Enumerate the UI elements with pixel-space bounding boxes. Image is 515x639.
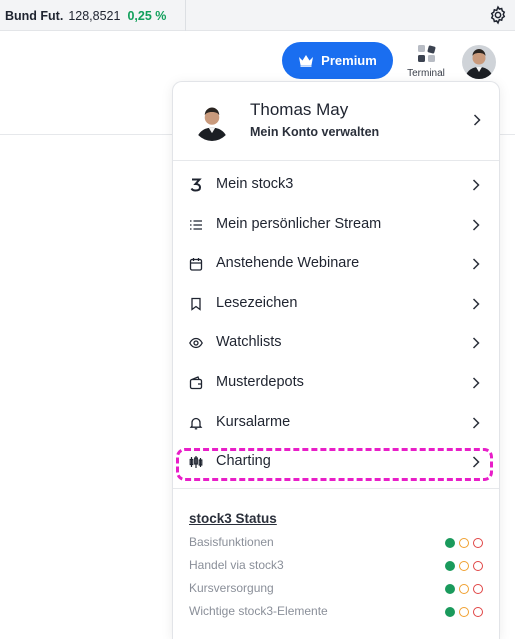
status-warn-dot [459, 584, 469, 594]
avatar [193, 103, 231, 141]
status-label: Handel via stock3 [189, 558, 284, 572]
status-label: Kursversorgung [189, 581, 274, 595]
status-error-dot [473, 538, 483, 548]
status-indicator [445, 607, 483, 617]
premium-label: Premium [321, 53, 377, 68]
ticker-bar: Bund Fut. 128,8521 0,25 % [0, 0, 515, 31]
status-row: Kursversorgung [189, 581, 489, 599]
status-error-dot [473, 607, 483, 617]
status-warn-dot [459, 561, 469, 571]
wallet-icon [189, 376, 203, 390]
menu-item-mein-stock3[interactable]: Mein stock3 [173, 167, 499, 203]
menu-item-label: Lesezeichen [216, 295, 298, 311]
gear-icon[interactable] [488, 5, 508, 25]
user-photo [193, 103, 231, 141]
account-menu: Thomas May Mein Konto verwalten Mein sto… [172, 81, 500, 639]
terminal-icon [418, 45, 436, 62]
menu-item-label: Kursalarme [216, 414, 291, 430]
status-indicator [445, 538, 483, 548]
menu-item-stream[interactable]: Mein persönlicher Stream [173, 207, 499, 243]
status-ok-dot [445, 584, 455, 594]
chevron-right-icon [472, 417, 480, 429]
menu-item-musterdepots[interactable]: Musterdepots [173, 365, 499, 401]
ticker-change: 0,25 % [127, 8, 167, 23]
chevron-right-icon [473, 114, 481, 126]
profile-subtitle: Mein Konto verwalten [250, 125, 380, 139]
profile-card[interactable]: Thomas May Mein Konto verwalten [173, 82, 499, 161]
list-icon [190, 220, 202, 230]
ticker-item[interactable]: Bund Fut. 128,8521 0,25 % [0, 0, 186, 31]
menu-item-label: Charting [216, 453, 271, 469]
menu-item-label: Watchlists [216, 334, 282, 350]
bookmark-icon [191, 297, 201, 311]
chevron-right-icon [472, 219, 480, 231]
status-indicator [445, 584, 483, 594]
status-row: Basisfunktionen [189, 535, 489, 553]
menu-item-lesezeichen[interactable]: Lesezeichen [173, 286, 499, 322]
status-title[interactable]: stock3 Status [189, 511, 277, 526]
avatar[interactable] [462, 45, 496, 79]
menu-item-label: Musterdepots [216, 374, 304, 390]
menu-item-charting[interactable]: Charting [173, 444, 499, 480]
chevron-right-icon [472, 298, 480, 310]
terminal-button[interactable]: Terminal [404, 43, 448, 81]
status-ok-dot [445, 561, 455, 571]
menu-item-label: Anstehende Webinare [216, 255, 360, 271]
status-label: Wichtige stock3-Elemente [189, 604, 328, 618]
eye-icon [189, 337, 203, 349]
status-ok-dot [445, 607, 455, 617]
status-row: Handel via stock3 [189, 558, 489, 576]
status-warn-dot [459, 607, 469, 617]
status-indicator [445, 561, 483, 571]
menu-item-label: Mein stock3 [216, 176, 294, 192]
candlestick-icon [189, 456, 203, 468]
status-error-dot [473, 584, 483, 594]
user-photo [462, 45, 496, 79]
stock3-logo-icon [190, 178, 202, 192]
status-label: Basisfunktionen [189, 535, 274, 549]
profile-name: Thomas May [250, 100, 349, 119]
chevron-right-icon [472, 337, 480, 349]
ticker-value: 128,8521 [68, 8, 121, 23]
bell-icon [189, 417, 203, 430]
premium-button[interactable]: Premium [282, 42, 393, 79]
menu-item-label: Mein persönlicher Stream [216, 216, 382, 232]
divider [173, 488, 499, 489]
status-warn-dot [459, 538, 469, 548]
menu-item-watchlists[interactable]: Watchlists [173, 325, 499, 361]
terminal-label: Terminal [407, 68, 445, 79]
chevron-right-icon [472, 179, 480, 191]
chevron-right-icon [472, 377, 480, 389]
calendar-icon [189, 258, 203, 271]
status-row: Wichtige stock3-Elemente [189, 604, 489, 622]
menu-item-webinare[interactable]: Anstehende Webinare [173, 246, 499, 282]
crown-icon [299, 55, 314, 67]
chevron-right-icon [472, 456, 480, 468]
status-error-dot [473, 561, 483, 571]
chevron-right-icon [472, 258, 480, 270]
ticker-name: Bund Fut. [5, 8, 64, 23]
menu-item-kursalarme[interactable]: Kursalarme [173, 405, 499, 441]
status-ok-dot [445, 538, 455, 548]
